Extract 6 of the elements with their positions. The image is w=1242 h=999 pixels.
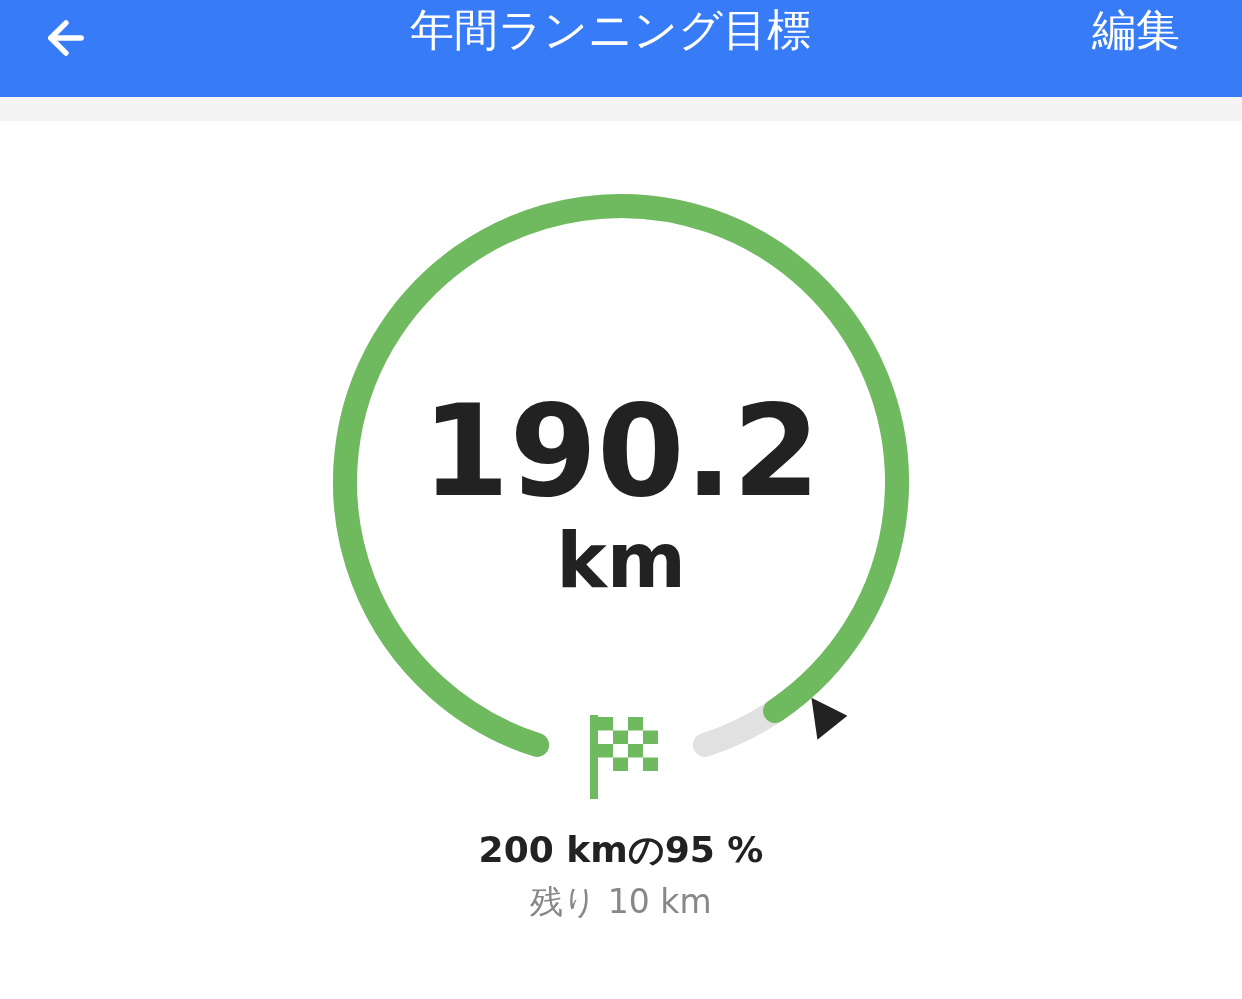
finish-flag-icon — [590, 715, 658, 799]
goal-summary: 200 kmの95 % — [478, 828, 764, 872]
page-title: 年間ランニング目標 — [409, 3, 811, 57]
pointer-icon — [811, 697, 848, 740]
edit-button[interactable]: 編集 — [1092, 2, 1180, 58]
remaining-distance: 残り 10 km — [530, 881, 712, 923]
